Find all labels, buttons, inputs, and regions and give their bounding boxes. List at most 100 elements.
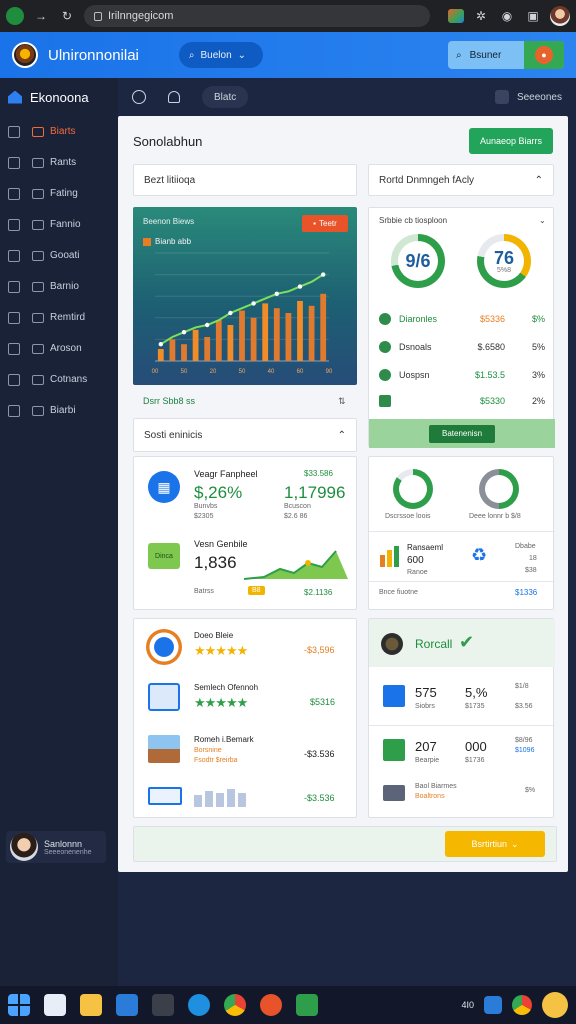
sidebar-item-1[interactable]: Rants [0,147,118,178]
gauge-row[interactable]: Uospsn $1.53.5 3% [379,366,545,384]
settings-gear-icon[interactable]: ✲ [472,7,490,25]
windows-start-icon[interactable] [8,994,30,1016]
stat-right-value: 1,17996 [284,483,346,502]
chevron-down-icon[interactable]: ⌄ [539,216,546,225]
folder-icon [32,126,44,137]
review-3-sub: Borsnine [194,747,222,754]
tray-app-icon[interactable] [484,996,502,1014]
gauge-footer-button[interactable]: Batenenisn [429,424,495,443]
lock-icon[interactable] [494,90,509,104]
rating-stars-icon: ★★★★★ [194,695,248,710]
tray-avatar-icon[interactable] [542,992,568,1018]
forward-arrow-icon[interactable]: → [32,7,50,25]
taskbar: 4I0 [0,986,576,1024]
extension-icon[interactable] [448,9,464,23]
app-green-icon[interactable] [296,994,318,1016]
gauge-row[interactable]: Diaronles $5336 $% [379,310,545,328]
sidebar-item-label: Aroson [50,343,82,354]
sidebar-item-label: Barnio [50,281,79,292]
chrome-browser-icon[interactable] [224,994,246,1016]
image-icon [32,157,44,168]
recycle-icon: ♻ [471,545,488,565]
app-logo[interactable] [12,42,38,68]
app-red-icon[interactable] [260,994,282,1016]
sidebar-item-9[interactable]: Biarbi [0,395,118,426]
chart-bar [169,339,176,361]
bottom-action-label: Bsrtirtiun [471,839,507,849]
account-circle-icon[interactable]: ◉ [498,7,516,25]
document-icon [32,188,44,199]
chart-bar [297,301,303,361]
stat-right-sub2: $2.6 86 [284,513,308,520]
chart-point [181,330,187,335]
donut-right-1: Dbabe [515,543,536,550]
chart-bar [192,329,199,361]
mini-bars [194,789,246,807]
records-r3-c: $% [525,787,536,794]
stat-value: $,26% [194,483,243,502]
chart-tick-label: 40 [268,369,275,375]
records-r2-sub: Bearpie [415,757,440,764]
document-icon [383,685,405,707]
review-3-value: -$3.536 [304,749,335,759]
settings-icon [32,405,44,416]
records-r1-sub2: $1735 [465,703,485,710]
stat-sub2: $2305 [194,513,214,520]
header-search-button[interactable]: ⌕ Buelon ⌄ [178,42,263,68]
chart-icon [32,374,44,385]
gauge-row[interactable]: $5330 2% [379,392,545,410]
records-r2-sub2: $1736 [465,757,485,764]
notification-icon[interactable]: ● [535,46,553,64]
chart-tick-label: 90 [326,369,333,375]
gauge-row[interactable]: Dsnoals $.6580 5% [379,338,545,356]
gauge-card-header: Srbbie cb tiosploon ⌄ [379,216,546,225]
toolbar-right-label[interactable]: Seeeones [517,92,562,103]
sidebar-item-5[interactable]: Barnio [0,271,118,302]
profile-avatar[interactable] [550,6,570,26]
header-action-button[interactable]: ⌕ Bsuner ● [448,41,564,69]
chart-bar [215,320,222,361]
sidebar-item-6[interactable]: Remtird [0,302,118,333]
filter-field[interactable]: Bezt litiioqa [133,164,357,196]
sidebar-item-label: Fannio [50,219,81,230]
bottom-action-button[interactable]: Bsrtirtiun ⌄ [445,831,545,857]
sidebar-item-7[interactable]: Aroson [0,333,118,364]
notepad-icon[interactable] [44,994,66,1016]
camera-icon[interactable]: ▣ [524,7,542,25]
records-r1-sub: Siobrs [415,703,435,710]
power-icon [8,404,20,417]
user-name: Sanlonnn [44,838,83,849]
stats-card: ▦ Veagr Fanpheel $,26% Bunvbs $2305 $33.… [133,456,357,610]
checkmark-icon: ✔ [459,632,475,652]
chart-point [205,322,210,328]
sidebar-header[interactable]: Ekonoona [0,78,118,116]
sidebar-item-3[interactable]: Fannio [0,209,118,240]
tray-chrome-icon[interactable] [512,995,532,1015]
sort-icon[interactable]: ⇅ [338,396,346,407]
toolbar-pill[interactable]: Blatc [202,86,249,108]
edit-icon [8,156,20,169]
folder-icon[interactable] [80,994,102,1016]
donut-1 [393,469,433,509]
edge-browser-icon[interactable] [188,994,210,1016]
gauge-card-footer: Batenenisn [369,419,555,448]
date-select[interactable]: Rortd Dnmngeh fAcly ⌃ [368,164,554,196]
person-app-icon[interactable] [152,994,174,1016]
records-r1-sub3: $3.56 [515,703,533,710]
sidebar-item-2[interactable]: Fating [0,178,118,209]
reload-icon[interactable]: ↻ [58,7,76,25]
sidebar-item-0[interactable]: Biarts [0,116,118,147]
page-title: Sonolabhun [133,134,203,149]
address-bar[interactable]: Irilnngegicom [84,5,430,27]
clock-icon[interactable] [132,90,146,104]
primary-action-button[interactable]: Aunaeop Biarrs [469,128,553,154]
sidebar-item-4[interactable]: Gooati [0,240,118,271]
sidebar-user-card[interactable]: Sanlonnn Seeeonenenhe [6,831,106,863]
bell-icon[interactable] [168,91,180,103]
top-toolbar: Blatc Seeeones [118,78,576,116]
sidebar-item-label: Biarbi [50,405,76,416]
sidebar-title: Ekonoona [30,89,89,105]
secondary-select[interactable]: Sosti eninicis ⌃ [133,418,357,452]
sidebar-item-8[interactable]: Cotnans [0,364,118,395]
store-icon[interactable] [116,994,138,1016]
